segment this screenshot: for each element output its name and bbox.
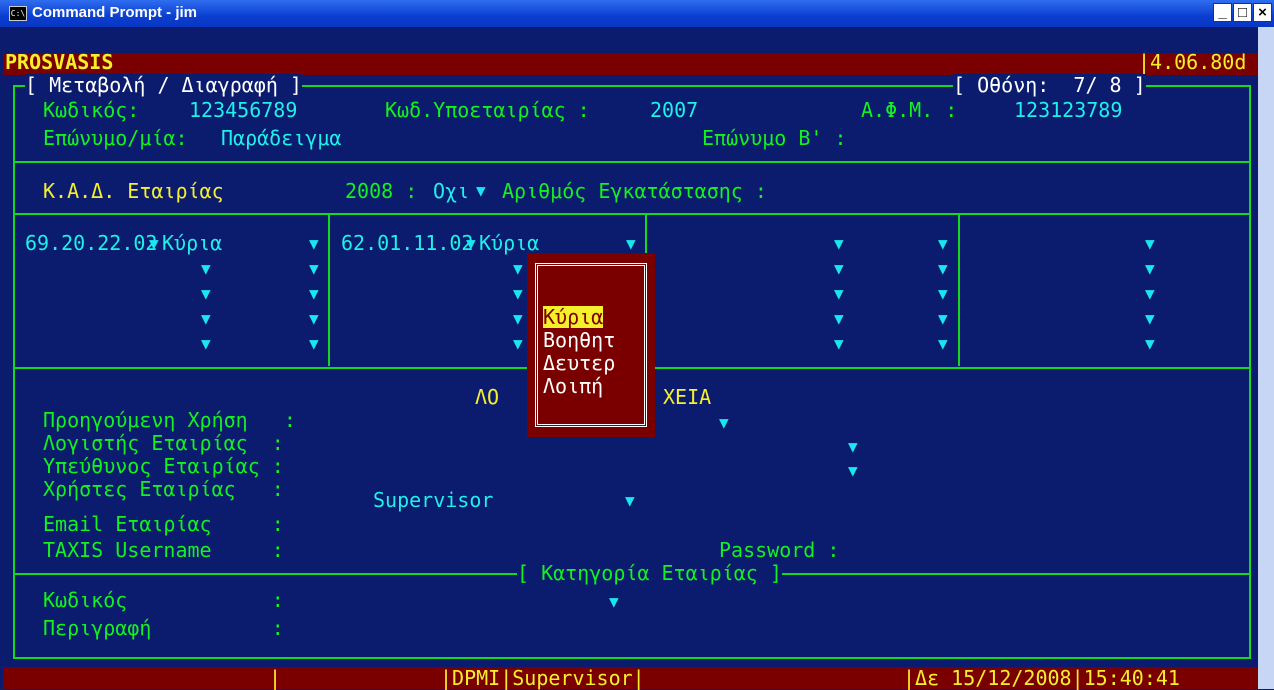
dropdown-icon[interactable]: ▼ <box>1145 311 1155 327</box>
kad-flag-dropdown-icon[interactable]: ▼ <box>476 183 486 199</box>
kad-code-1-dropdown-icon[interactable]: ▼ <box>149 236 159 252</box>
password-label: Password : <box>719 538 840 562</box>
dropdown-option-secondary[interactable]: Δευτερ <box>543 352 615 374</box>
dropdown-icon[interactable]: ▼ <box>513 311 523 327</box>
code-label: Κωδικός: <box>43 98 140 122</box>
surname-value[interactable]: Παράδειγμα <box>221 127 341 149</box>
dropdown-icon[interactable]: ▼ <box>1145 336 1155 352</box>
section-title-right: ΧΕΙΑ <box>663 385 712 409</box>
subcompany-value[interactable]: 2007 <box>650 99 698 121</box>
console-icon[interactable]: C:\ <box>9 6 27 21</box>
status-separator: | <box>269 666 282 690</box>
dropdown-icon[interactable]: ▼ <box>513 336 523 352</box>
users-label: Χρήστες Εταιρίας : <box>43 477 284 501</box>
dropdown-icon[interactable]: ▼ <box>834 261 844 277</box>
window-title: Command Prompt - jim <box>32 4 198 21</box>
code-value[interactable]: 123456789 <box>189 99 297 121</box>
status-mode: |DPMI|Supervisor| <box>440 666 645 690</box>
header-bar <box>3 53 1258 75</box>
taxis-label: TAXIS Username : <box>43 538 284 562</box>
dropdown-icon[interactable]: ▼ <box>309 311 319 327</box>
category-code-label: Κωδικός : <box>43 588 284 612</box>
dropdown-icon[interactable]: ▼ <box>309 336 319 352</box>
accountant-dropdown-icon[interactable]: ▼ <box>848 439 858 455</box>
responsible-dropdown-icon[interactable]: ▼ <box>848 463 858 479</box>
category-desc-label: Περιγραφή : <box>43 616 284 640</box>
dropdown-icon[interactable]: ▼ <box>309 261 319 277</box>
dropdown-icon[interactable]: ▼ <box>513 286 523 302</box>
kad-code-2-dropdown-icon[interactable]: ▼ <box>466 236 476 252</box>
app-name: PROSVASIS <box>5 50 114 74</box>
close-button[interactable]: × <box>1253 3 1272 22</box>
console-area[interactable]: PROSVASIS |4.06.80d [ Μεταβολή / Διαγραφ… <box>3 27 1258 689</box>
app-version: |4.06.80d <box>1138 50 1247 74</box>
maximize-button[interactable]: □ <box>1233 3 1252 22</box>
prev-use-dropdown-icon[interactable]: ▼ <box>719 415 729 431</box>
kad-flag[interactable]: Οχι <box>433 180 469 202</box>
kad-type-2[interactable]: Κύρια <box>479 232 539 254</box>
dropdown-icon[interactable]: ▼ <box>938 286 948 302</box>
dropdown-icon[interactable]: ▼ <box>309 286 319 302</box>
dropdown-icon[interactable]: ▼ <box>201 261 211 277</box>
dropdown-icon[interactable]: ▼ <box>1145 236 1155 252</box>
dropdown-option-auxiliary[interactable]: Βοηθητ <box>543 329 615 351</box>
users-dropdown-icon[interactable]: ▼ <box>625 493 635 509</box>
kad-code-1[interactable]: 69.20.22.02 <box>25 232 157 254</box>
dropdown-icon[interactable]: ▼ <box>938 261 948 277</box>
kad-type-2-dropdown-icon[interactable]: ▼ <box>626 236 636 252</box>
window-titlebar[interactable]: C:\ Command Prompt - jim _ □ × <box>0 0 1274 27</box>
dropdown-icon[interactable]: ▼ <box>834 236 844 252</box>
kad-type-1[interactable]: Κύρια <box>162 232 222 254</box>
dropdown-icon[interactable]: ▼ <box>1145 286 1155 302</box>
kad-code-2[interactable]: 62.01.11.02 <box>341 232 473 254</box>
dropdown-option-primary[interactable]: Κύρια <box>543 306 604 328</box>
minimize-button[interactable]: _ <box>1213 3 1232 22</box>
afm-label: Α.Φ.Μ. : <box>861 98 958 122</box>
kad-type-1-dropdown-icon[interactable]: ▼ <box>309 236 319 252</box>
status-datetime: |Δε 15/12/2008|15:40:41 <box>903 666 1180 690</box>
grid-divider <box>958 215 960 366</box>
frame-title: [ Μεταβολή / Διαγραφή ] <box>25 73 302 97</box>
screen-indicator: [ Οθόνη: 7/ 8 ] <box>953 73 1146 97</box>
category-title: [ Κατηγορία Εταιρίας ] <box>517 561 782 585</box>
dropdown-option-other[interactable]: Λοιπή <box>543 375 603 397</box>
dropdown-icon[interactable]: ▼ <box>1145 261 1155 277</box>
dropdown-icon[interactable]: ▼ <box>834 286 844 302</box>
dropdown-icon[interactable]: ▼ <box>834 311 844 327</box>
vertical-scrollbar[interactable] <box>1258 27 1274 689</box>
dropdown-icon[interactable]: ▼ <box>201 311 211 327</box>
dropdown-icon[interactable]: ▼ <box>201 336 211 352</box>
users-value[interactable]: Supervisor <box>373 489 493 511</box>
kad-year: 2008 : <box>345 179 418 203</box>
section-title-left: ΛΟ <box>475 385 500 409</box>
divider <box>13 213 1251 215</box>
email-label: Email Εταιρίας : <box>43 512 284 536</box>
responsible-label: Υπεύθυνος Εταιρίας : <box>43 454 284 478</box>
dropdown-icon[interactable]: ▼ <box>513 261 523 277</box>
dropdown-icon[interactable]: ▼ <box>938 236 948 252</box>
dropdown-icon[interactable]: ▼ <box>834 336 844 352</box>
prev-use-label: Προηγούμενη Χρήση : <box>43 408 296 432</box>
grid-divider <box>328 215 330 366</box>
subcompany-label: Κωδ.Υποεταιρίας : <box>385 98 590 122</box>
dropdown-icon[interactable]: ▼ <box>938 311 948 327</box>
divider <box>13 161 1251 163</box>
category-code-dropdown-icon[interactable]: ▼ <box>609 594 619 610</box>
dropdown-icon[interactable]: ▼ <box>938 336 948 352</box>
afm-value[interactable]: 123123789 <box>1014 99 1122 121</box>
dropdown-icon[interactable]: ▼ <box>201 286 211 302</box>
surname-b-label: Επώνυμο Β' : <box>702 126 847 150</box>
accountant-label: Λογιστής Εταιρίας : <box>43 431 284 455</box>
surname-label: Επώνυμο/μία: <box>43 126 188 150</box>
establishment-label: Αριθμός Εγκατάστασης : <box>502 179 767 203</box>
type-dropdown-menu[interactable]: Κύρια Βοηθητ Δευτερ Λοιπή <box>527 253 655 437</box>
kad-label: Κ.Α.Δ. Εταιρίας <box>43 179 224 203</box>
